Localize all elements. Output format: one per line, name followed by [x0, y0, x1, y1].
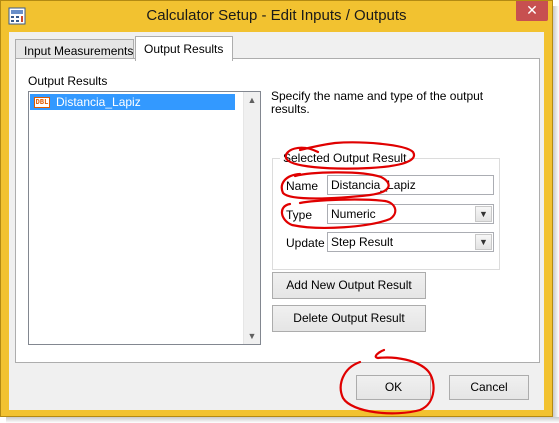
close-icon: ✕ [526, 2, 538, 18]
name-field[interactable]: Distancia_Lapiz [327, 175, 494, 195]
tab-panel-output-results: Output Results DBL Distancia_Lapiz ▲ ▼ Sp… [15, 58, 540, 363]
window-title: Calculator Setup - Edit Inputs / Outputs [146, 7, 407, 24]
dialog-window: Calculator Setup - Edit Inputs / Outputs… [0, 0, 553, 417]
tab-label: Output Results [144, 42, 224, 56]
type-select-value: Numeric [331, 207, 376, 221]
title-bar[interactable]: Calculator Setup - Edit Inputs / Outputs… [1, 1, 552, 31]
dialog-client-area: Input Measurements Output Results Output… [9, 32, 544, 410]
ok-button[interactable]: OK [356, 375, 431, 400]
update-label: Update [286, 236, 325, 250]
update-select-value: Step Result [331, 235, 394, 249]
output-results-label: Output Results [28, 74, 108, 88]
output-results-list[interactable]: DBL Distancia_Lapiz ▲ ▼ [28, 91, 261, 345]
type-select[interactable]: Numeric ▼ [327, 204, 494, 224]
name-label: Name [286, 179, 319, 193]
delete-output-button[interactable]: Delete Output Result [272, 305, 426, 332]
tab-label: Input Measurements [24, 44, 134, 58]
list-item[interactable]: DBL Distancia_Lapiz [30, 94, 235, 110]
name-field-value: Distancia_Lapiz [331, 178, 416, 192]
add-output-button[interactable]: Add New Output Result [272, 272, 426, 299]
window-shadow-bottom [6, 417, 559, 423]
chevron-down-icon[interactable]: ▼ [475, 234, 492, 250]
groupbox-title: Selected Output Result [280, 151, 410, 165]
list-scrollbar[interactable]: ▲ ▼ [243, 92, 260, 344]
close-button[interactable]: ✕ [516, 1, 548, 21]
type-label: Type [286, 208, 313, 222]
tab-output-results[interactable]: Output Results [135, 36, 233, 61]
update-select[interactable]: Step Result ▼ [327, 232, 494, 252]
list-item-label: Distancia_Lapiz [56, 95, 141, 109]
chevron-down-icon[interactable]: ▼ [475, 206, 492, 222]
window-shadow-right [553, 6, 559, 423]
description-text: Specify the name and type of the output … [271, 89, 484, 116]
scroll-up-icon[interactable]: ▲ [244, 92, 260, 108]
scroll-down-icon[interactable]: ▼ [244, 328, 260, 344]
dbl-type-icon: DBL [34, 97, 50, 109]
cancel-button[interactable]: Cancel [449, 375, 529, 400]
